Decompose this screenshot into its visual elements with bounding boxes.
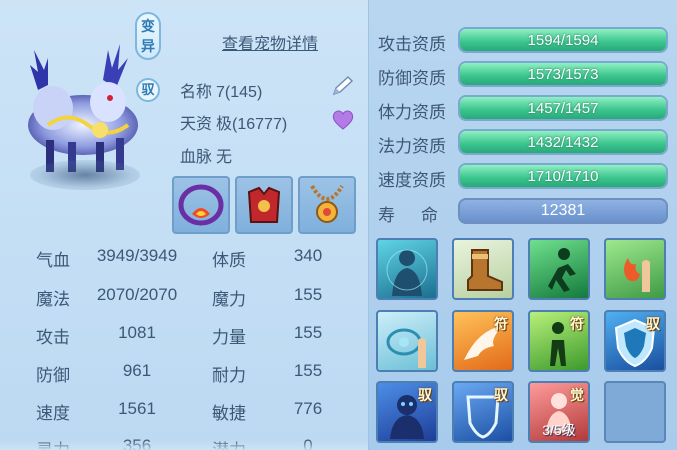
skill-slot-5[interactable] <box>376 310 438 372</box>
stat-value: 2070/2070 <box>96 285 178 304</box>
attr-value-endurance: 155 <box>293 361 323 380</box>
aptitude-value: 1710/1710 <box>527 168 599 185</box>
talent-row: 天资 极(16777) <box>180 110 287 134</box>
lifespan-bar: 12381 <box>458 198 668 224</box>
tame-tag: 驭 <box>494 387 508 403</box>
attr-label-endurance: 耐力 <box>212 366 246 385</box>
skill-slot-6[interactable]: 符 <box>452 310 514 372</box>
lifespan-label: 寿命 <box>378 206 464 225</box>
stat-value: 961 <box>122 361 152 380</box>
pet-portrait <box>8 30 158 190</box>
skill-slot-7[interactable]: 符 <box>528 310 590 372</box>
skill-slot-8[interactable]: 驭 <box>604 310 666 372</box>
name-row: 名称 7(145) <box>180 78 262 102</box>
rune-tag: 符 <box>570 316 584 332</box>
aptitude-value: 1457/1457 <box>527 100 599 117</box>
aptitude-label: 速度资质 <box>378 171 446 190</box>
mutant-badge: 变异 <box>135 12 161 60</box>
aptitude-bar: 1457/1457 <box>458 95 668 121</box>
tame-badge: 驭 <box>136 78 160 102</box>
attr-value-magic: 155 <box>293 285 323 304</box>
skill-slot-1[interactable] <box>376 238 438 300</box>
bloodline-value: 无 <box>216 149 233 166</box>
attr-label-agility: 敏捷 <box>212 404 246 423</box>
attr-label-magic: 魔力 <box>212 290 246 309</box>
body-aura-skill-icon <box>386 249 428 296</box>
stat-label: 攻击 <box>36 328 70 347</box>
fire-hand-skill-icon <box>624 258 650 292</box>
bloodline-label: 血脉 <box>180 149 213 166</box>
aptitude-label: 攻击资质 <box>378 35 446 54</box>
favorite-heart-icon[interactable] <box>330 108 356 132</box>
attr-value-strength: 155 <box>293 323 323 342</box>
stat-value: 3949/3949 <box>96 246 178 265</box>
amulet-equip-icon <box>310 184 344 223</box>
skill-slot-10[interactable]: 驭 <box>452 381 514 443</box>
aptitude-value: 1573/1573 <box>527 66 599 83</box>
aptitude-label: 体力资质 <box>378 103 446 122</box>
stat-label: 防御 <box>36 366 70 385</box>
equip-slot-amulet[interactable] <box>298 176 356 234</box>
stat-label: 气血 <box>36 251 70 270</box>
aptitude-bar: 1573/1573 <box>458 61 668 87</box>
stat-label: 速度 <box>36 404 70 423</box>
stat-value: 1561 <box>118 399 156 418</box>
stat-label: 魔法 <box>36 290 70 309</box>
stats-scroll-fade <box>0 440 368 450</box>
attr-value-constitution: 340 <box>293 246 323 265</box>
boot-skill-icon <box>467 249 503 291</box>
stat-value: 1081 <box>118 323 156 342</box>
equip-slot-armor[interactable] <box>235 176 293 234</box>
collar-equip-icon <box>178 184 224 226</box>
tame-badge-text: 驭 <box>141 82 155 97</box>
aptitude-value: 1432/1432 <box>527 134 599 151</box>
awaken-tag: 觉 <box>570 387 584 403</box>
aptitude-value: 1594/1594 <box>527 32 599 49</box>
leap-skill-icon <box>548 248 576 292</box>
attr-value-agility: 776 <box>293 399 323 418</box>
aptitude-label: 法力资质 <box>378 137 446 156</box>
view-pet-details-link[interactable]: 查看宠物详情 <box>222 30 318 54</box>
equip-slot-collar[interactable] <box>172 176 230 234</box>
pet-shadow <box>30 160 140 190</box>
talent-label: 天资 <box>180 116 213 133</box>
attr-label-constitution: 体质 <box>212 251 246 270</box>
mutant-badge-text: 变异 <box>141 18 155 54</box>
aptitude-bar: 1594/1594 <box>458 27 668 53</box>
talent-value: 极(16777) <box>216 116 288 133</box>
skill-slot-9[interactable]: 驭 <box>376 381 438 443</box>
rename-pen-icon[interactable] <box>330 74 356 98</box>
name-label: 名称 <box>180 84 213 101</box>
skill-slot-2[interactable] <box>452 238 514 300</box>
skill-slot-11[interactable]: 觉 3/5级 <box>528 381 590 443</box>
rune-tag: 符 <box>494 316 508 332</box>
aptitude-bar: 1432/1432 <box>458 129 668 155</box>
aptitude-bar: 1710/1710 <box>458 163 668 189</box>
skill-slot-empty[interactable] <box>604 381 666 443</box>
attr-label-strength: 力量 <box>212 328 246 347</box>
bloodline-row: 血脉无 <box>180 143 232 167</box>
skill-slot-4[interactable] <box>604 238 666 300</box>
skill-slot-3[interactable] <box>528 238 590 300</box>
aptitude-label: 防御资质 <box>378 69 446 88</box>
awaken-level: 3/5级 <box>542 422 576 438</box>
armor-equip-icon <box>247 186 281 223</box>
name-value: 7(145) <box>216 84 263 101</box>
water-orb-skill-icon <box>386 328 426 368</box>
tame-tag: 驭 <box>418 387 432 403</box>
tame-tag: 驭 <box>646 316 660 332</box>
